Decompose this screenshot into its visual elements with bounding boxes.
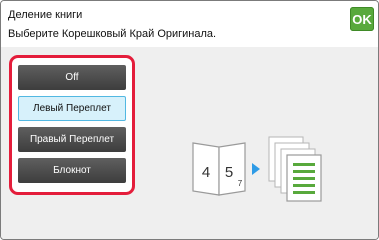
- book-divide-illustration: 4 5 7: [192, 136, 322, 202]
- ok-button[interactable]: OK: [350, 7, 374, 31]
- sub-page-number: 7: [238, 179, 243, 188]
- option-left-binding-button[interactable]: Левый Переплет: [18, 96, 126, 121]
- document-stack-icon: [268, 136, 322, 202]
- right-page-number: 5: [225, 164, 233, 181]
- option-right-binding-button[interactable]: Правый Переплет: [18, 127, 126, 152]
- screen-title: Деление книги: [8, 9, 83, 21]
- option-off-button[interactable]: Off: [18, 65, 126, 90]
- instruction-text: Выберите Корешковый Край Оригинала.: [8, 28, 217, 40]
- content-area: Off Левый Переплет Правый Переплет Блокн…: [1, 47, 378, 239]
- option-notepad-button[interactable]: Блокнот: [18, 158, 126, 183]
- screen-header: Деление книги Выберите Корешковый Край О…: [1, 1, 378, 47]
- options-frame: Off Левый Переплет Правый Переплет Блокн…: [9, 55, 135, 195]
- book-divide-screen: Деление книги Выберите Корешковый Край О…: [0, 0, 379, 240]
- left-page-number: 4: [202, 164, 210, 181]
- open-book-icon: 4 5 7: [192, 142, 246, 196]
- arrow-right-icon: [252, 163, 260, 175]
